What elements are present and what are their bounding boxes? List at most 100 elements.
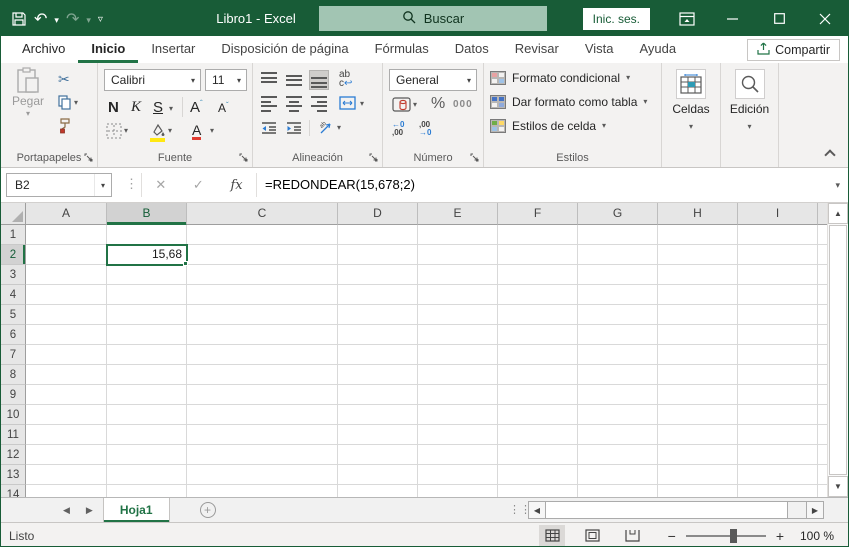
font-size-select[interactable]: 11▾ xyxy=(205,69,247,91)
next-sheet-icon[interactable]: ▶ xyxy=(86,505,93,516)
tab-datos[interactable]: Datos xyxy=(442,36,502,63)
column-header-C[interactable]: C xyxy=(187,203,338,225)
cell-G2[interactable] xyxy=(578,245,658,265)
column-header-B[interactable]: B xyxy=(107,203,187,225)
column-header-E[interactable]: E xyxy=(418,203,498,225)
row-header-1[interactable]: 1 xyxy=(1,225,26,245)
vertical-scrollbar-thumb[interactable] xyxy=(829,225,847,475)
cell-C1[interactable] xyxy=(187,225,338,245)
tab-formulas[interactable]: Fórmulas xyxy=(362,36,442,63)
cell-I14[interactable] xyxy=(738,485,818,497)
cell-D8[interactable] xyxy=(338,365,418,385)
column-header-A[interactable]: A xyxy=(26,203,107,225)
cell-E1[interactable] xyxy=(418,225,498,245)
cell-B7[interactable] xyxy=(107,345,187,365)
font-dialog-launcher-icon[interactable] xyxy=(239,153,249,163)
cell-F5[interactable] xyxy=(498,305,578,325)
align-bottom-button[interactable] xyxy=(309,70,329,90)
cell-A11[interactable] xyxy=(26,425,107,445)
active-cell-B2[interactable]: 15,68 xyxy=(107,245,187,265)
percent-style-button[interactable]: % xyxy=(429,93,447,115)
cell-G14[interactable] xyxy=(578,485,658,497)
cell-G8[interactable] xyxy=(578,365,658,385)
increase-decimal-button[interactable]: ←0,00 xyxy=(390,119,406,139)
decrease-indent-button[interactable] xyxy=(259,119,279,141)
scroll-down-icon[interactable]: ▼ xyxy=(828,476,848,497)
cell-D14[interactable] xyxy=(338,485,418,497)
cell-H8[interactable] xyxy=(658,365,738,385)
row-header-7[interactable]: 7 xyxy=(1,345,26,365)
cell-A2[interactable] xyxy=(26,245,107,265)
merge-dropdown-icon[interactable]: ▾ xyxy=(360,100,364,108)
tab-vista[interactable]: Vista xyxy=(572,36,627,63)
cell-C10[interactable] xyxy=(187,405,338,425)
cell-I2[interactable] xyxy=(738,245,818,265)
number-format-select[interactable]: General▾ xyxy=(389,69,477,91)
cell-H3[interactable] xyxy=(658,265,738,285)
font-color-dropdown-icon[interactable]: ▾ xyxy=(210,127,214,135)
cell-B13[interactable] xyxy=(107,465,187,485)
page-break-view-button[interactable] xyxy=(619,525,645,547)
font-name-select[interactable]: Calibri▾ xyxy=(104,69,201,91)
cell-B3[interactable] xyxy=(107,265,187,285)
cell-F4[interactable] xyxy=(498,285,578,305)
comma-style-button[interactable]: 000 xyxy=(451,97,475,112)
cell-G1[interactable] xyxy=(578,225,658,245)
align-left-button[interactable] xyxy=(259,94,279,114)
formula-bar-grip-icon[interactable]: ⋮ xyxy=(125,176,138,192)
cell-C2[interactable] xyxy=(187,245,338,265)
cell-H4[interactable] xyxy=(658,285,738,305)
cell-G11[interactable] xyxy=(578,425,658,445)
tab-archivo[interactable]: Archivo xyxy=(9,36,78,63)
row-header-14[interactable]: 14 xyxy=(1,485,26,497)
cell-B14[interactable] xyxy=(107,485,187,497)
cell-I4[interactable] xyxy=(738,285,818,305)
cell-E7[interactable] xyxy=(418,345,498,365)
row-header-3[interactable]: 3 xyxy=(1,265,26,285)
scroll-left-icon[interactable]: ◀ xyxy=(529,502,546,518)
cell-F2[interactable] xyxy=(498,245,578,265)
horizontal-scrollbar[interactable]: ◀ ▶ xyxy=(528,501,824,519)
cell-A4[interactable] xyxy=(26,285,107,305)
cell-F12[interactable] xyxy=(498,445,578,465)
minimize-button[interactable] xyxy=(710,1,756,36)
number-dialog-launcher-icon[interactable] xyxy=(470,153,480,163)
cell-D10[interactable] xyxy=(338,405,418,425)
cell-I11[interactable] xyxy=(738,425,818,445)
cell-D5[interactable] xyxy=(338,305,418,325)
cell-E9[interactable] xyxy=(418,385,498,405)
cell-B10[interactable] xyxy=(107,405,187,425)
cell-A13[interactable] xyxy=(26,465,107,485)
cell-D1[interactable] xyxy=(338,225,418,245)
cell-B9[interactable] xyxy=(107,385,187,405)
cell-D12[interactable] xyxy=(338,445,418,465)
cell-E4[interactable] xyxy=(418,285,498,305)
decrease-decimal-button[interactable]: ,00→0 xyxy=(417,119,433,139)
cell-I8[interactable] xyxy=(738,365,818,385)
borders-button[interactable] xyxy=(104,121,124,146)
cell-C12[interactable] xyxy=(187,445,338,465)
cut-button[interactable]: ✂ xyxy=(58,71,70,88)
cell-E12[interactable] xyxy=(418,445,498,465)
cell-E5[interactable] xyxy=(418,305,498,325)
tab-ayuda[interactable]: Ayuda xyxy=(627,36,690,63)
cell-E10[interactable] xyxy=(418,405,498,425)
share-button[interactable]: Compartir xyxy=(747,39,840,61)
name-box[interactable]: B2 ▾ xyxy=(6,173,112,197)
insert-function-icon[interactable]: fx xyxy=(230,178,242,193)
cell-I10[interactable] xyxy=(738,405,818,425)
conditional-formatting-button[interactable]: Formato condicional ▾ xyxy=(490,71,630,85)
cell-D6[interactable] xyxy=(338,325,418,345)
cell-F13[interactable] xyxy=(498,465,578,485)
row-header-8[interactable]: 8 xyxy=(1,365,26,385)
underline-dropdown-icon[interactable]: ▾ xyxy=(169,105,173,113)
column-header-F[interactable]: F xyxy=(498,203,578,225)
increase-indent-button[interactable] xyxy=(284,119,304,141)
row-header-5[interactable]: 5 xyxy=(1,305,26,325)
cell-E2[interactable] xyxy=(418,245,498,265)
collapse-ribbon-icon[interactable] xyxy=(824,149,835,160)
column-header-G[interactable]: G xyxy=(578,203,658,225)
search-box[interactable]: Buscar xyxy=(319,6,547,31)
page-layout-view-button[interactable] xyxy=(579,525,605,547)
row-header-2[interactable]: 2 xyxy=(1,245,26,265)
